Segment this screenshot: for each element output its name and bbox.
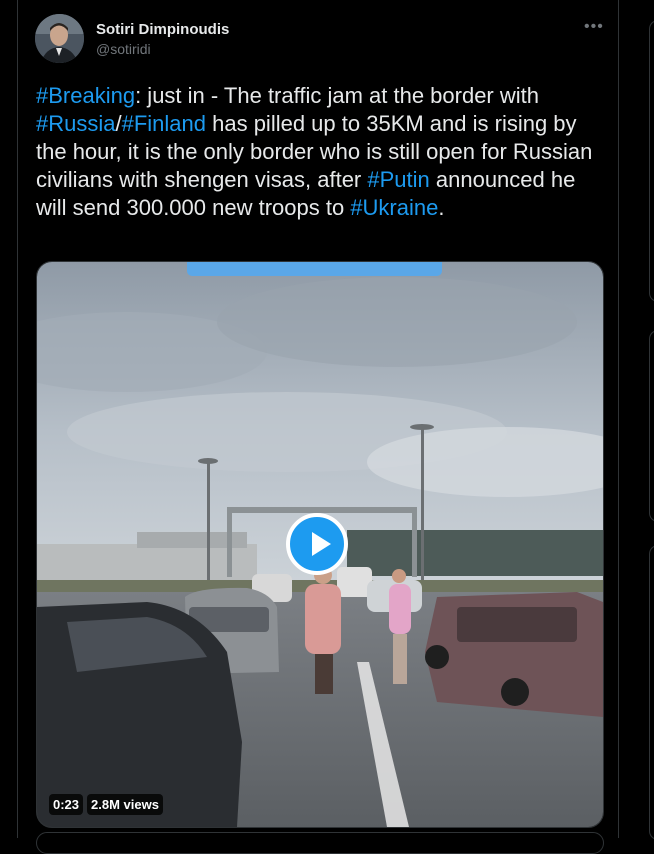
sidebar-card-edge (649, 545, 654, 840)
hashtag-link[interactable]: #Ukraine (350, 195, 438, 220)
sidebar-card-edge (649, 20, 654, 302)
avatar-photo (35, 14, 84, 63)
video-views: 2.8M views (87, 794, 163, 815)
play-button[interactable] (286, 513, 348, 575)
hashtag-link[interactable]: #Finland (122, 111, 206, 136)
tweet-text-segment: . (438, 195, 445, 220)
tweet-text-segment: : just in - The traffic jam at the borde… (135, 83, 539, 108)
hashtag-link[interactable]: #Putin (367, 167, 429, 192)
video-player[interactable]: 0:23 2.8M views (36, 261, 604, 828)
author-handle[interactable]: @sotiridi (96, 41, 151, 57)
author-name[interactable]: Sotiri Dimpinoudis (96, 21, 229, 38)
more-options-icon[interactable]: ••• (584, 18, 604, 36)
video-duration: 0:23 (49, 794, 84, 815)
hashtag-link[interactable]: #Russia (36, 111, 115, 136)
hashtag-link[interactable]: #Breaking (36, 83, 135, 108)
avatar[interactable] (35, 14, 84, 63)
tweet-text: #Breaking: just in - The traffic jam at … (36, 82, 602, 222)
next-tweet-card-edge (36, 832, 604, 854)
sidebar-card-edge (649, 330, 654, 522)
